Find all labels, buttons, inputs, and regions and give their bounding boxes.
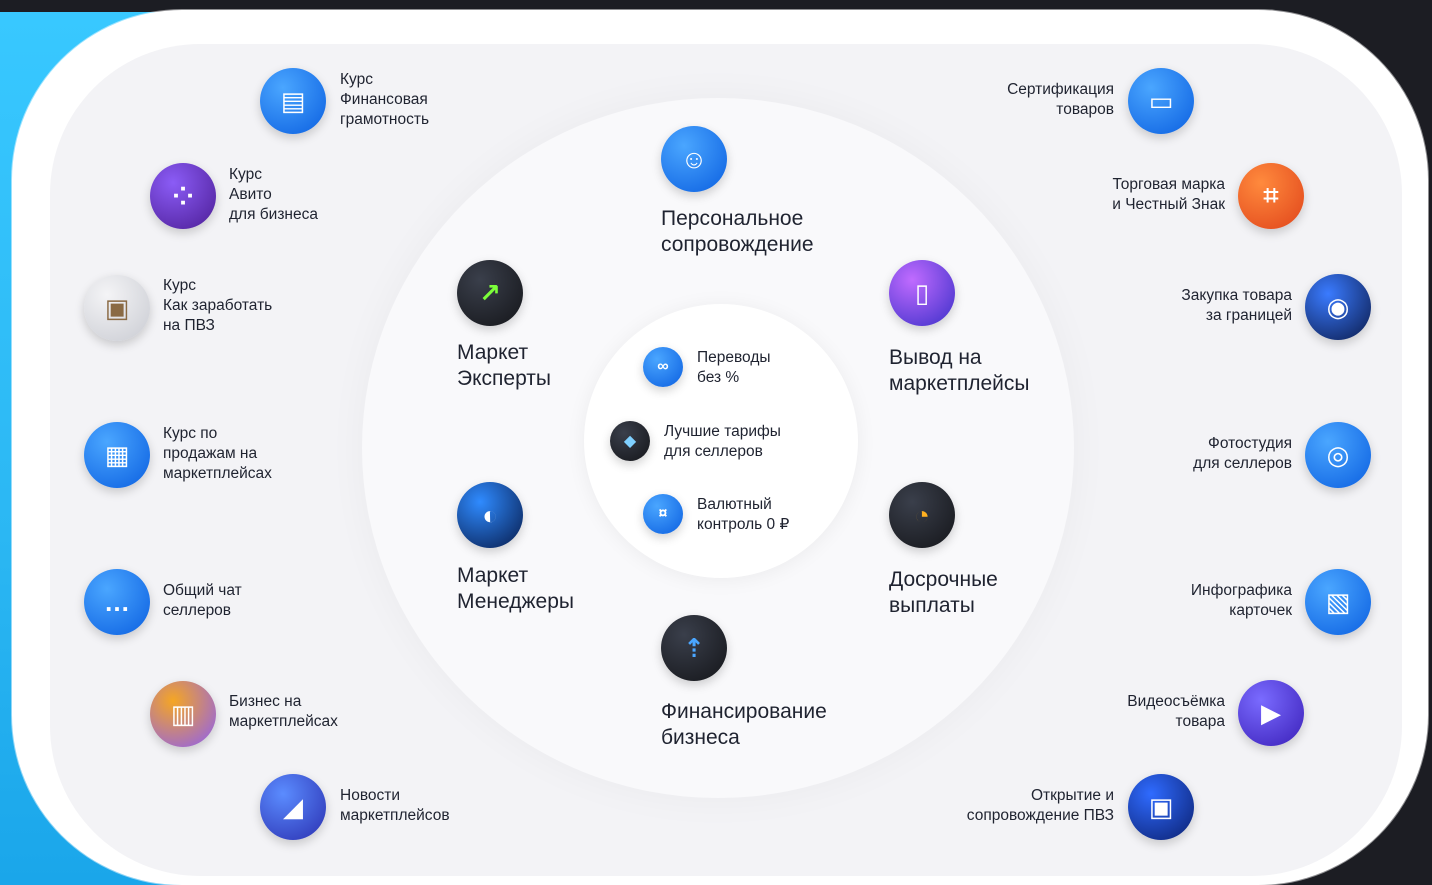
infinity-icon[interactable]: ∞ xyxy=(643,347,683,387)
marketplace-entry-label[interactable]: Вывод на маркетплейсы xyxy=(889,345,1029,397)
photo-studio-label[interactable]: Фотостудия для селлеров xyxy=(1193,434,1292,474)
globe-pin-icon[interactable]: ◉ xyxy=(1305,274,1371,340)
infographic-card-icon[interactable]: ▧ xyxy=(1305,569,1371,635)
pvz-opening-label[interactable]: Открытие и сопровождение ПВЗ xyxy=(967,786,1114,826)
business-marketplaces-label[interactable]: Бизнес на маркетплейсах xyxy=(229,692,338,732)
personal-support-label[interactable]: Персональное сопровождение xyxy=(661,206,814,258)
transfers-label[interactable]: Переводы без % xyxy=(697,348,771,388)
market-experts-label[interactable]: Маркет Эксперты xyxy=(457,340,551,392)
trademark-label[interactable]: Торговая марка и Честный Знак xyxy=(1112,175,1225,215)
best-tariffs-label[interactable]: Лучшие тарифы для селлеров xyxy=(664,422,781,462)
seller-chat-label[interactable]: Общий чат селлеров xyxy=(163,581,242,621)
tariff-icon[interactable]: ◆ xyxy=(610,421,650,461)
document-stack-icon[interactable]: ▤ xyxy=(260,68,326,134)
coin-arrow-icon[interactable]: ⇡ xyxy=(661,615,727,681)
certification-label[interactable]: Сертификация товаров xyxy=(1007,80,1114,120)
business-financing-label[interactable]: Финансирование бизнеса xyxy=(661,699,827,751)
manager-icon[interactable]: ◐ xyxy=(457,482,523,548)
chat-bubble-icon[interactable]: … xyxy=(84,569,150,635)
speedometer-icon[interactable]: ◔ xyxy=(889,482,955,548)
shopping-bags-icon[interactable]: ▥ xyxy=(150,681,216,747)
parcel-box-icon[interactable]: ▣ xyxy=(84,275,150,341)
video-play-icon[interactable]: ▶ xyxy=(1238,680,1304,746)
course-sales-label[interactable]: Курс по продажам на маркетплейсах xyxy=(163,424,272,484)
marketplace-news-label[interactable]: Новости маркетплейсов xyxy=(340,786,450,826)
market-managers-label[interactable]: Маркет Менеджеры xyxy=(457,563,574,615)
course-pvz-label[interactable]: Курс Как заработать на ПВЗ xyxy=(163,276,272,336)
megaphone-icon[interactable]: ◢ xyxy=(260,774,326,840)
box-icon[interactable]: ▣ xyxy=(1128,774,1194,840)
folder-icon[interactable]: ▭ xyxy=(1128,68,1194,134)
course-financial-literacy-label[interactable]: Курс Финансовая грамотность xyxy=(340,70,429,130)
purchase-abroad-label[interactable]: Закупка товара за границей xyxy=(1181,286,1292,326)
person-icon[interactable]: ☺ xyxy=(661,126,727,192)
early-payouts-label[interactable]: Досрочные выплаты xyxy=(889,567,998,619)
avito-dots-icon[interactable]: ⁘ xyxy=(150,163,216,229)
shopping-phone-icon[interactable]: ▯ xyxy=(889,260,955,326)
camera-icon[interactable]: ◎ xyxy=(1305,422,1371,488)
currency-icon[interactable]: ¤ xyxy=(643,494,683,534)
trademark-scan-icon[interactable]: ⌗ xyxy=(1238,163,1304,229)
course-avito-label[interactable]: Курс Авито для бизнеса xyxy=(229,165,318,225)
infographics-label[interactable]: Инфографика карточек xyxy=(1191,581,1292,621)
video-shooting-label[interactable]: Видеосъёмка товара xyxy=(1127,692,1225,732)
book-icon[interactable]: ▦ xyxy=(84,422,150,488)
currency-control-label[interactable]: Валютный контроль 0 ₽ xyxy=(697,495,789,535)
growth-arrow-icon[interactable]: ↗ xyxy=(457,260,523,326)
